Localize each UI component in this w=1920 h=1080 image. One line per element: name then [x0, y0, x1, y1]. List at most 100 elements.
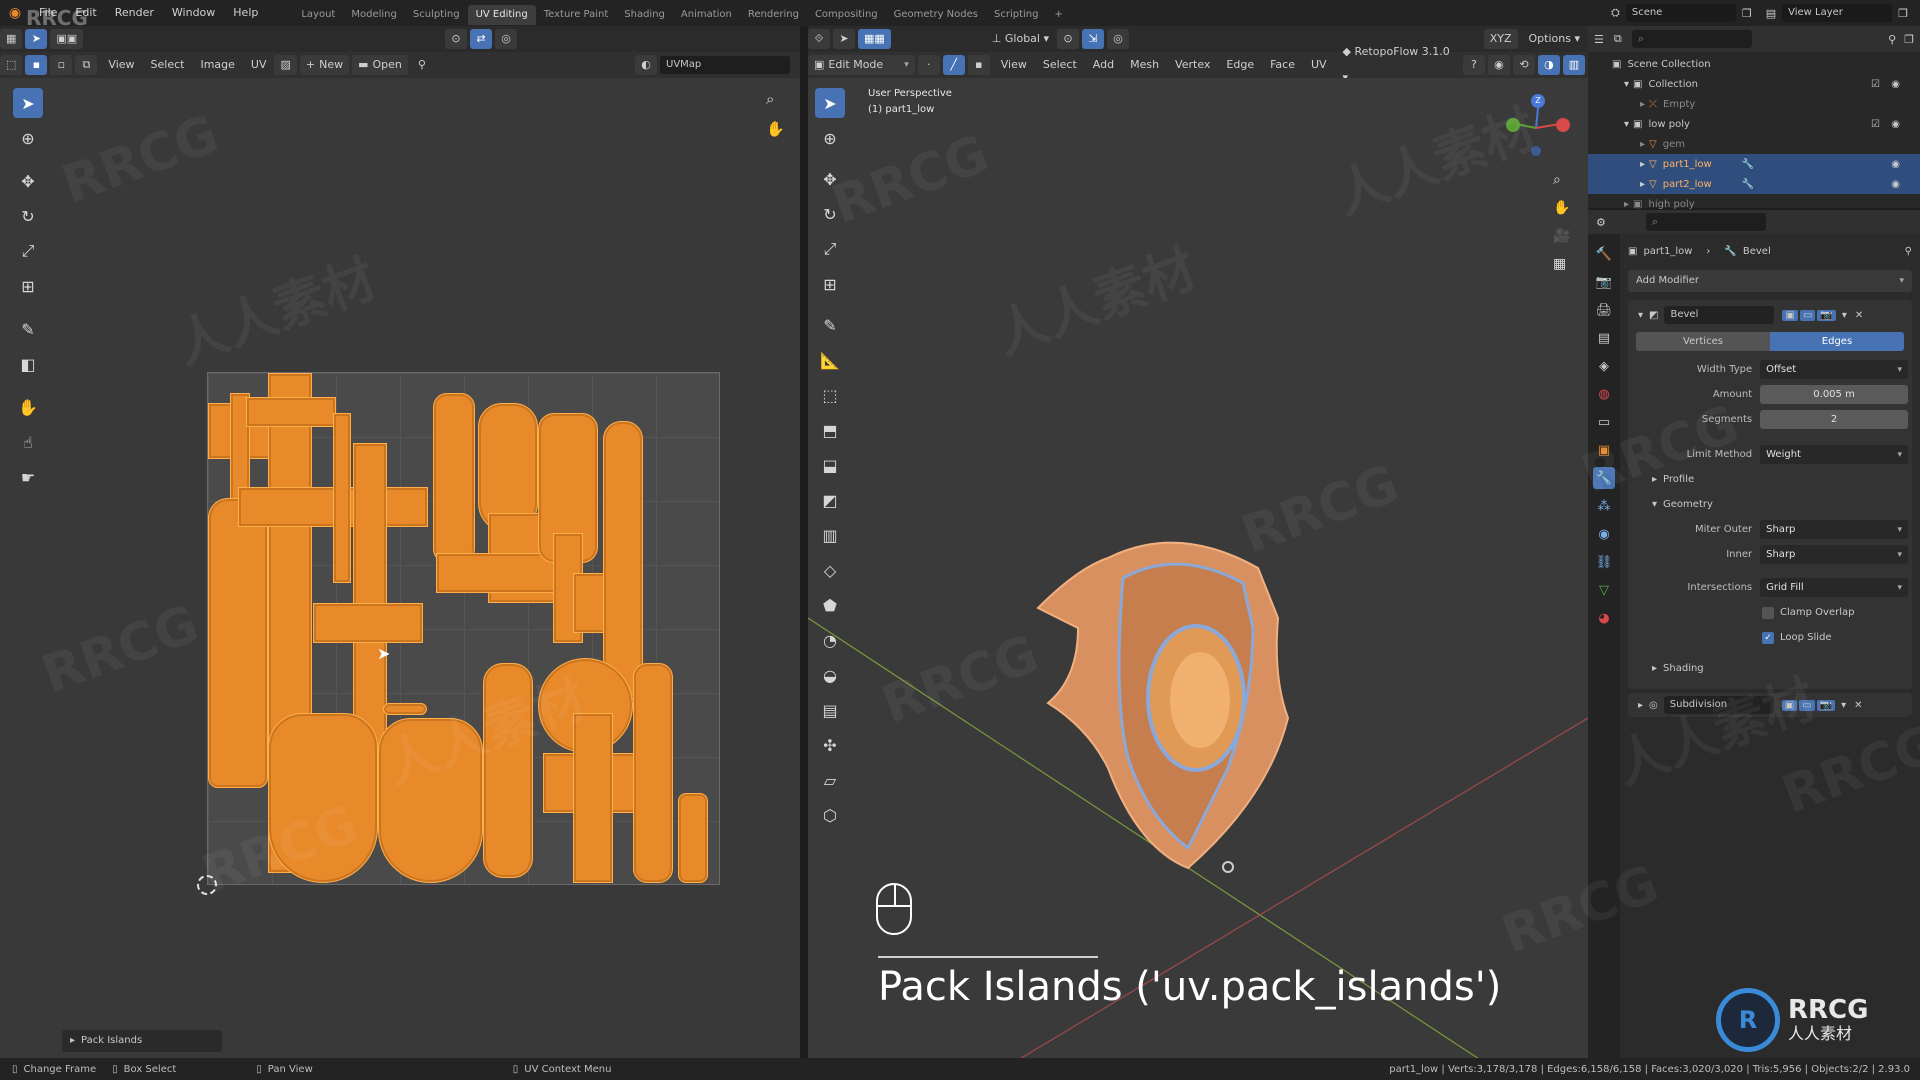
outliner-row-collection[interactable]: ▾ ▣ Collection ☑ ◉ [1588, 74, 1920, 94]
vp-select-tool-icon[interactable]: ➤ [815, 88, 845, 118]
navigation-gizmo[interactable]: Z [1498, 88, 1578, 168]
pan-view-icon[interactable]: ✋ [1553, 200, 1570, 216]
checkbox-icon[interactable]: ☑ [1871, 79, 1880, 90]
eye-icon[interactable]: ◉ [1891, 79, 1900, 90]
eye-icon[interactable]: ◉ [1891, 159, 1900, 170]
properties-search[interactable]: ⌕ [1645, 213, 1766, 231]
view-layer-icon[interactable]: ▤ [1766, 7, 1776, 20]
object-tab-icon[interactable]: ▣ [1593, 439, 1615, 461]
face-mode-icon[interactable]: ▪ [967, 55, 990, 75]
menu-vertex[interactable]: Vertex [1167, 52, 1218, 78]
uv-island[interactable] [333, 413, 351, 583]
vp-cursor-tool-icon[interactable]: ⊕ [815, 123, 845, 153]
new-collection-icon[interactable]: ❐ [1904, 33, 1914, 46]
menu-select-3d[interactable]: Select [1035, 52, 1085, 78]
subdivision-name-field[interactable]: Subdivision [1663, 696, 1774, 714]
checkbox-icon[interactable]: ☑ [1871, 119, 1880, 130]
3d-viewport[interactable]: ➤ ⊕ ✥ ↻ ⤢ ⊞ ✎ 📐 ⬚ ⬒ ⬓ ◩ ▥ ◇ ⬟ ◔ ◒ ▤ ✣ ▱ … [808, 78, 1588, 1058]
uv-2d-cursor-icon[interactable] [197, 875, 217, 895]
material-tab-icon[interactable]: ◕ [1593, 607, 1615, 629]
menu-window[interactable]: Window [163, 0, 224, 26]
vertex-select-icon[interactable]: ▪ [25, 55, 48, 75]
edit-mode-toggle-icon[interactable]: ▣ [1781, 699, 1798, 711]
transform-orientation-selector[interactable]: ⊥ Global ▾ [984, 26, 1057, 52]
shear-tool-icon[interactable]: ▱ [815, 765, 845, 795]
bevel-tool-icon[interactable]: ◩ [815, 485, 845, 515]
overlay-icon[interactable]: ◑ [1537, 55, 1560, 75]
proportional-edit-icon[interactable]: ◎ [1107, 29, 1130, 49]
collapse-arrow-icon[interactable]: ▾ [1638, 310, 1643, 321]
scene-icon[interactable]: ⛭ [1611, 6, 1620, 20]
uv-island[interactable] [378, 718, 483, 883]
edit-mode-toggle-icon[interactable]: ▣ [1782, 309, 1798, 321]
uv-island[interactable] [633, 663, 673, 883]
uv-display-icon[interactable]: ◐ [635, 55, 657, 75]
pin-icon[interactable]: ⚲ [1905, 246, 1912, 257]
uv-island[interactable] [678, 793, 708, 883]
loop-slide-row[interactable]: ✓ Loop Slide [1632, 625, 1908, 650]
tab-rendering[interactable]: Rendering [740, 5, 807, 25]
scene-new-icon[interactable]: ❐ [1742, 7, 1752, 20]
inset-tool-icon[interactable]: ⬓ [815, 450, 845, 480]
clamp-overlap-row[interactable]: Clamp Overlap [1632, 600, 1908, 625]
edges-toggle[interactable]: Edges [1770, 332, 1904, 351]
tab-shading[interactable]: Shading [616, 5, 673, 25]
relax-tool-icon[interactable]: ☝ [13, 427, 43, 457]
geometry-subpanel[interactable]: ▾ Geometry [1632, 492, 1908, 517]
tab-sculpting[interactable]: Sculpting [405, 5, 468, 25]
collection-tab-icon[interactable]: ▭ [1593, 411, 1615, 433]
loop-slide-checkbox[interactable]: ✓ [1762, 631, 1774, 644]
menu-add[interactable]: Add [1085, 52, 1122, 78]
menu-uv[interactable]: UV [243, 52, 275, 78]
uv-island[interactable] [603, 421, 643, 701]
spin-tool-icon[interactable]: ◔ [815, 625, 845, 655]
rip-tool-icon[interactable]: ◧ [13, 349, 43, 379]
edge-slide-tool-icon[interactable]: ▤ [815, 695, 845, 725]
area-divider[interactable] [800, 26, 808, 1058]
options-dropdown[interactable]: Options ▾ [1521, 26, 1588, 52]
profile-subpanel[interactable]: ▸ Profile [1632, 467, 1908, 492]
uv-island[interactable] [483, 663, 533, 878]
amount-field[interactable]: 0.005 m [1760, 385, 1908, 404]
menu-mesh[interactable]: Mesh [1122, 52, 1167, 78]
outliner-row-part1-low[interactable]: ▸ ▽ part1_low 🔧 ◉ [1588, 154, 1920, 174]
tab-animation[interactable]: Animation [673, 5, 740, 25]
intersections-dropdown[interactable]: Grid Fill ▾ [1760, 578, 1908, 597]
uv-island[interactable] [433, 393, 475, 563]
tab-geometry-nodes[interactable]: Geometry Nodes [886, 5, 986, 25]
uv-island[interactable] [268, 713, 378, 883]
outliner-row-low-poly[interactable]: ▾ ▣ low poly ☑ ◉ [1588, 114, 1920, 134]
modifier-tab-icon[interactable]: 🔧 [1593, 467, 1615, 489]
rip-region-tool-icon[interactable]: ⬡ [815, 800, 845, 830]
image-browse-icon[interactable]: ▨ [274, 55, 297, 75]
render-toggle-icon[interactable]: 📷 [1817, 309, 1836, 321]
add-cube-tool-icon[interactable]: ⬚ [815, 380, 845, 410]
view-layer-selector[interactable]: View Layer [1782, 4, 1893, 22]
properties-editor-icon[interactable]: ⚙ [1596, 216, 1606, 229]
pan-hand-icon[interactable]: ✋ [766, 120, 785, 138]
scene-tab-icon[interactable]: ◈ [1593, 355, 1615, 377]
last-operator-panel[interactable]: ▸ Pack Islands [62, 1030, 222, 1052]
menu-uv-3d[interactable]: UV [1303, 52, 1335, 78]
uv-grid[interactable] [207, 372, 720, 885]
modifier-menu-icon[interactable]: ▾ [1841, 700, 1846, 711]
eye-icon[interactable]: ◉ [1891, 179, 1900, 190]
tab-compositing[interactable]: Compositing [807, 5, 886, 25]
width-type-dropdown[interactable]: Offset ▾ [1760, 360, 1908, 379]
perspective-toggle-icon[interactable]: ▦ [1553, 256, 1566, 272]
outliner-display-icon[interactable]: ⧉ [1614, 32, 1622, 46]
uv-editor[interactable]: ➤ ⊕ ✥ ↻ ⤢ ⊞ ✎ ◧ ✋ ☝ ☛ ⌕ ✋ ➤ ▸ Pack Islan… [0, 78, 800, 1058]
new-image-button[interactable]: + New [299, 55, 350, 75]
viewport-editor-type-icon[interactable]: ⟐ [808, 29, 830, 49]
outliner-row-empty[interactable]: ▸ ⤫ Empty [1588, 94, 1920, 114]
xyz-mirror-icon[interactable]: XYZ [1483, 29, 1518, 49]
open-image-button[interactable]: ▬ Open [352, 55, 408, 75]
edge-mode-icon[interactable]: ╱ [942, 55, 965, 75]
measure-tool-icon[interactable]: 📐 [815, 345, 845, 375]
world-tab-icon[interactable]: ◍ [1593, 383, 1615, 405]
menu-edge[interactable]: Edge [1218, 52, 1262, 78]
uv-island[interactable] [208, 498, 268, 788]
segments-field[interactable]: 2 [1760, 410, 1908, 429]
vertices-toggle[interactable]: Vertices [1636, 332, 1770, 351]
miter-outer-dropdown[interactable]: Sharp ▾ [1760, 520, 1908, 539]
